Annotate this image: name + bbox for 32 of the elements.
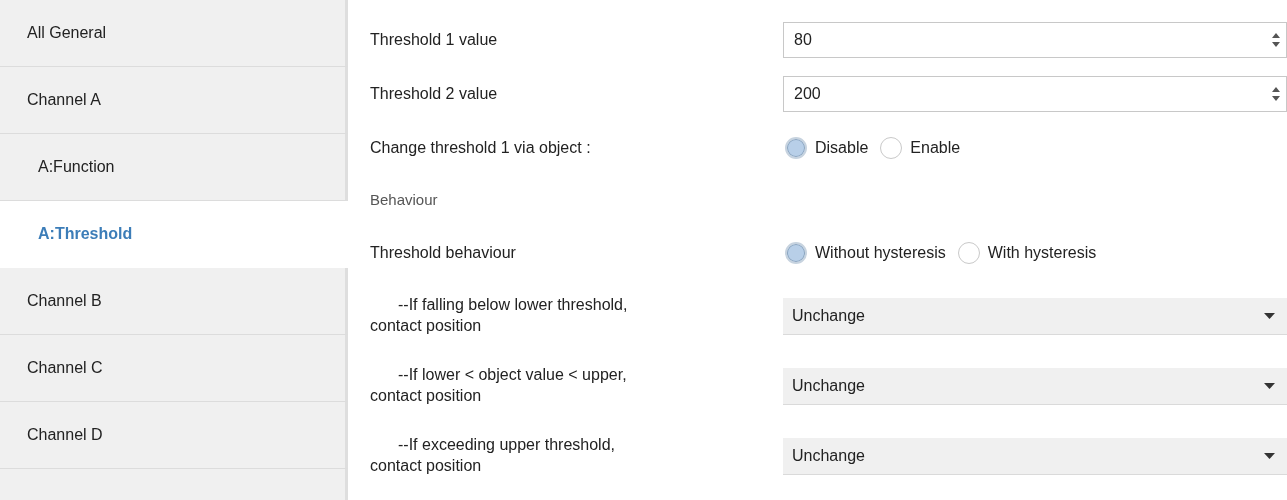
parameter-label: Threshold 1 value xyxy=(370,29,499,50)
spin-arrows-icon[interactable] xyxy=(1272,33,1280,47)
caret-icon xyxy=(1264,382,1275,389)
radio-button[interactable] xyxy=(880,137,903,159)
parameter-label: Threshold 2 value xyxy=(370,83,499,104)
parameter-label: --If exceeding upper threshold, contact position xyxy=(370,435,616,476)
parameter-label: Change threshold 1 via object : xyxy=(370,137,592,158)
sidebar-item[interactable]: Channel B xyxy=(0,268,348,335)
number-field[interactable]: 80 xyxy=(783,22,1287,58)
sidebar-item[interactable]: Channel C xyxy=(0,335,348,402)
number-field[interactable]: 200 xyxy=(783,76,1287,112)
radio-option[interactable]: Disable xyxy=(783,137,869,159)
sidebar-item[interactable]: Channel A xyxy=(0,67,348,134)
radio-button[interactable] xyxy=(957,242,980,264)
sidebar-item[interactable]: A:Function xyxy=(0,134,348,201)
dropdown[interactable]: Unchange xyxy=(783,437,1287,475)
parameter-label: --If lower < object value < upper, contact position xyxy=(370,365,628,406)
radio-option[interactable]: Enable xyxy=(878,137,961,159)
parameter-label: --If falling below lower threshold, contact position xyxy=(370,295,629,336)
radio-option[interactable]: With hysteresis xyxy=(955,242,1097,264)
sidebar-item[interactable]: All General xyxy=(0,0,348,67)
caret-icon xyxy=(1264,312,1275,319)
parameter-label: Threshold behaviour xyxy=(370,242,517,263)
radio-option[interactable]: Without hysteresis xyxy=(783,242,946,264)
caret-icon xyxy=(1264,452,1275,459)
radio-button[interactable] xyxy=(785,137,807,159)
section-heading: Behaviour xyxy=(370,190,439,210)
sidebar-item[interactable]: Channel D xyxy=(0,402,348,469)
spin-arrows-icon[interactable] xyxy=(1272,87,1280,101)
dropdown[interactable]: Unchange xyxy=(783,367,1287,405)
dropdown[interactable]: Unchange xyxy=(783,297,1287,335)
radio-button[interactable] xyxy=(785,242,807,264)
